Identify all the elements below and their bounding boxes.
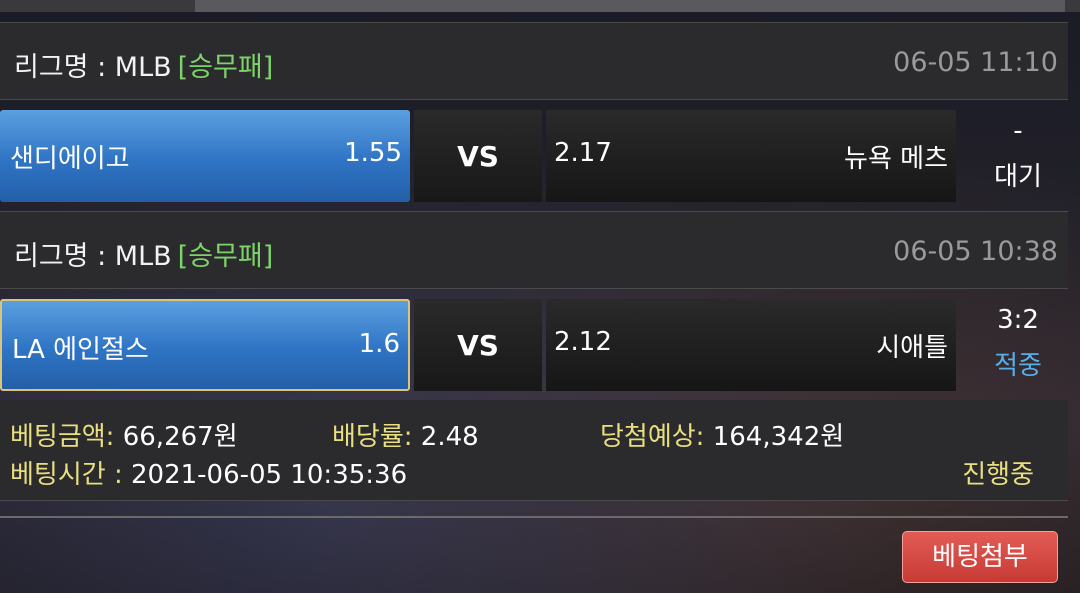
away-team-button[interactable]: 2.12 시애틀 [546,299,956,391]
home-team-name: 샌디에이고 [10,144,130,174]
top-strip [0,0,1080,12]
match-result: 3:2 적중 [960,299,1076,391]
bet-amount: 베팅금액: 66,267원 [10,416,238,453]
match-status: 적중 [994,351,1042,381]
vs-badge: VS [414,110,542,202]
bet-type: [승무패] [177,241,274,272]
vs-label: VS [457,329,499,362]
league-header: 리그명 : MLB [승무패] 06-05 11:10 [0,22,1068,100]
league-label: 리그명 : MLB [14,241,172,272]
home-team-button[interactable]: LA 에인절스 1.6 [0,299,410,391]
match-datetime: 06-05 11:10 [893,47,1058,78]
bet-amount-value: 66,267원 [122,422,238,452]
match-result: - 대기 [960,110,1076,202]
match-row: 샌디에이고 1.55 VS 2.17 뉴욕 메츠 - 대기 [0,110,1080,206]
odds-label: 배당률: [332,422,413,452]
away-team-name: 시애틀 [876,333,948,363]
home-odds: 1.55 [344,138,402,168]
away-team-button[interactable]: 2.17 뉴욕 메츠 [546,110,956,202]
league-label: 리그명 : MLB [14,52,172,83]
bet-summary: 베팅금액: 66,267원 배당률: 2.48 당첨예상: 164,342원 베… [0,400,1068,501]
vs-badge: VS [414,299,542,391]
total-odds: 배당률: 2.48 [332,416,479,453]
league-name: 리그명 : MLB [승무패] [14,234,273,273]
home-odds: 1.6 [358,329,400,359]
match-status: 대기 [994,162,1042,192]
home-team-name: LA 에인절스 [12,335,149,365]
match-datetime: 06-05 10:38 [893,236,1058,267]
expected-label: 당첨예상: [600,422,705,452]
match-row: LA 에인절스 1.6 VS 2.12 시애틀 3:2 적중 [0,299,1080,395]
away-odds: 2.17 [554,138,612,168]
divider [0,516,1068,518]
bet-attach-button[interactable]: 베팅첨부 [902,531,1058,583]
expected-value: 164,342원 [712,422,845,452]
home-team-button[interactable]: 샌디에이고 1.55 [0,110,410,202]
away-odds: 2.12 [554,327,612,357]
top-strip-inner [195,0,1065,12]
bet-type: [승무패] [177,52,274,83]
match-score: 3:2 [997,305,1039,335]
away-team-name: 뉴욕 메츠 [844,144,948,174]
bet-time-value: 2021-06-05 10:35:36 [130,460,408,490]
bet-time: 베팅시간 : 2021-06-05 10:35:36 [10,454,407,491]
odds-value: 2.48 [420,422,479,452]
league-name: 리그명 : MLB [승무패] [14,45,273,84]
expected-win: 당첨예상: 164,342원 [600,416,844,453]
league-header: 리그명 : MLB [승무패] 06-05 10:38 [0,211,1068,289]
match-score: - [1013,116,1023,146]
vs-label: VS [457,140,499,173]
bet-time-label: 베팅시간 : [10,460,123,490]
progress-status: 진행중 [962,460,1034,490]
bet-amount-label: 베팅금액: [10,422,115,452]
